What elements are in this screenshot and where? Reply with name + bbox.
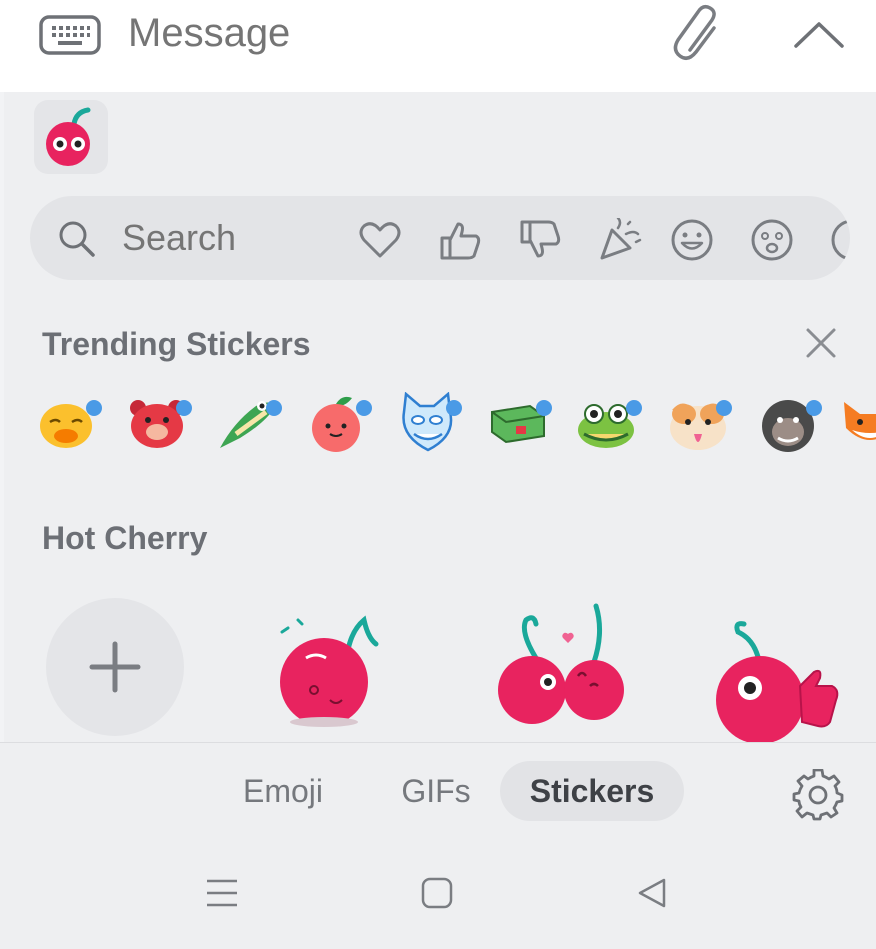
trending-title: Trending Stickers bbox=[42, 326, 311, 362]
pack-title: Hot Cherry bbox=[42, 520, 208, 556]
sticker-cat[interactable] bbox=[396, 391, 462, 456]
tab-gifs[interactable]: GIFs bbox=[388, 761, 484, 821]
sad-icon[interactable] bbox=[750, 218, 794, 262]
tab-stickers[interactable]: Stickers bbox=[500, 761, 684, 821]
smile-icon[interactable] bbox=[670, 218, 714, 262]
chevron-up-icon[interactable] bbox=[790, 14, 848, 54]
gear-icon[interactable] bbox=[792, 769, 844, 821]
thumbs-down-icon[interactable] bbox=[518, 218, 562, 262]
heart-icon[interactable] bbox=[358, 218, 402, 262]
search-icon bbox=[59, 221, 95, 257]
more-categories-icon[interactable] bbox=[830, 218, 850, 262]
sticker-fox[interactable] bbox=[838, 392, 876, 456]
paperclip-icon[interactable] bbox=[668, 2, 728, 64]
home-icon[interactable] bbox=[420, 876, 454, 910]
thumbs-up-icon[interactable] bbox=[438, 218, 482, 262]
sticker-panel: Trending Stickers bbox=[4, 92, 876, 744]
sticker-bear[interactable] bbox=[126, 392, 192, 456]
keyboard-icon[interactable] bbox=[38, 14, 102, 56]
close-icon[interactable] bbox=[804, 326, 838, 360]
cherry-pack-icon bbox=[46, 107, 91, 166]
sticker-search-bar bbox=[30, 196, 850, 280]
sticker-cherry-dizzy[interactable] bbox=[272, 614, 388, 730]
sticker-cherry-thumbs-up[interactable] bbox=[704, 612, 844, 746]
plus-icon bbox=[89, 641, 141, 693]
trending-stickers-row bbox=[34, 391, 876, 462]
sticker-lizard[interactable] bbox=[216, 392, 282, 456]
sticker-peach[interactable] bbox=[306, 392, 372, 456]
sticker-dog[interactable] bbox=[666, 392, 732, 456]
system-nav-bar bbox=[0, 836, 876, 949]
search-input[interactable] bbox=[122, 214, 322, 262]
add-sticker-button[interactable] bbox=[46, 598, 184, 736]
message-input[interactable] bbox=[128, 10, 648, 56]
sticker-cherry-kiss[interactable] bbox=[486, 602, 636, 732]
sticker-gorilla[interactable] bbox=[756, 392, 822, 456]
sticker-frog-block[interactable] bbox=[486, 392, 552, 456]
message-bar bbox=[0, 0, 876, 92]
tab-emoji[interactable]: Emoji bbox=[230, 761, 336, 821]
back-icon[interactable] bbox=[636, 876, 670, 910]
sticker-duck[interactable] bbox=[36, 392, 102, 456]
party-popper-icon[interactable] bbox=[598, 218, 642, 262]
menu-icon[interactable] bbox=[205, 878, 239, 908]
pack-tab-hot-cherry[interactable] bbox=[34, 100, 108, 174]
sticker-frog[interactable] bbox=[576, 392, 642, 456]
keyboard-tab-bar: Emoji GIFs Stickers bbox=[0, 742, 876, 836]
